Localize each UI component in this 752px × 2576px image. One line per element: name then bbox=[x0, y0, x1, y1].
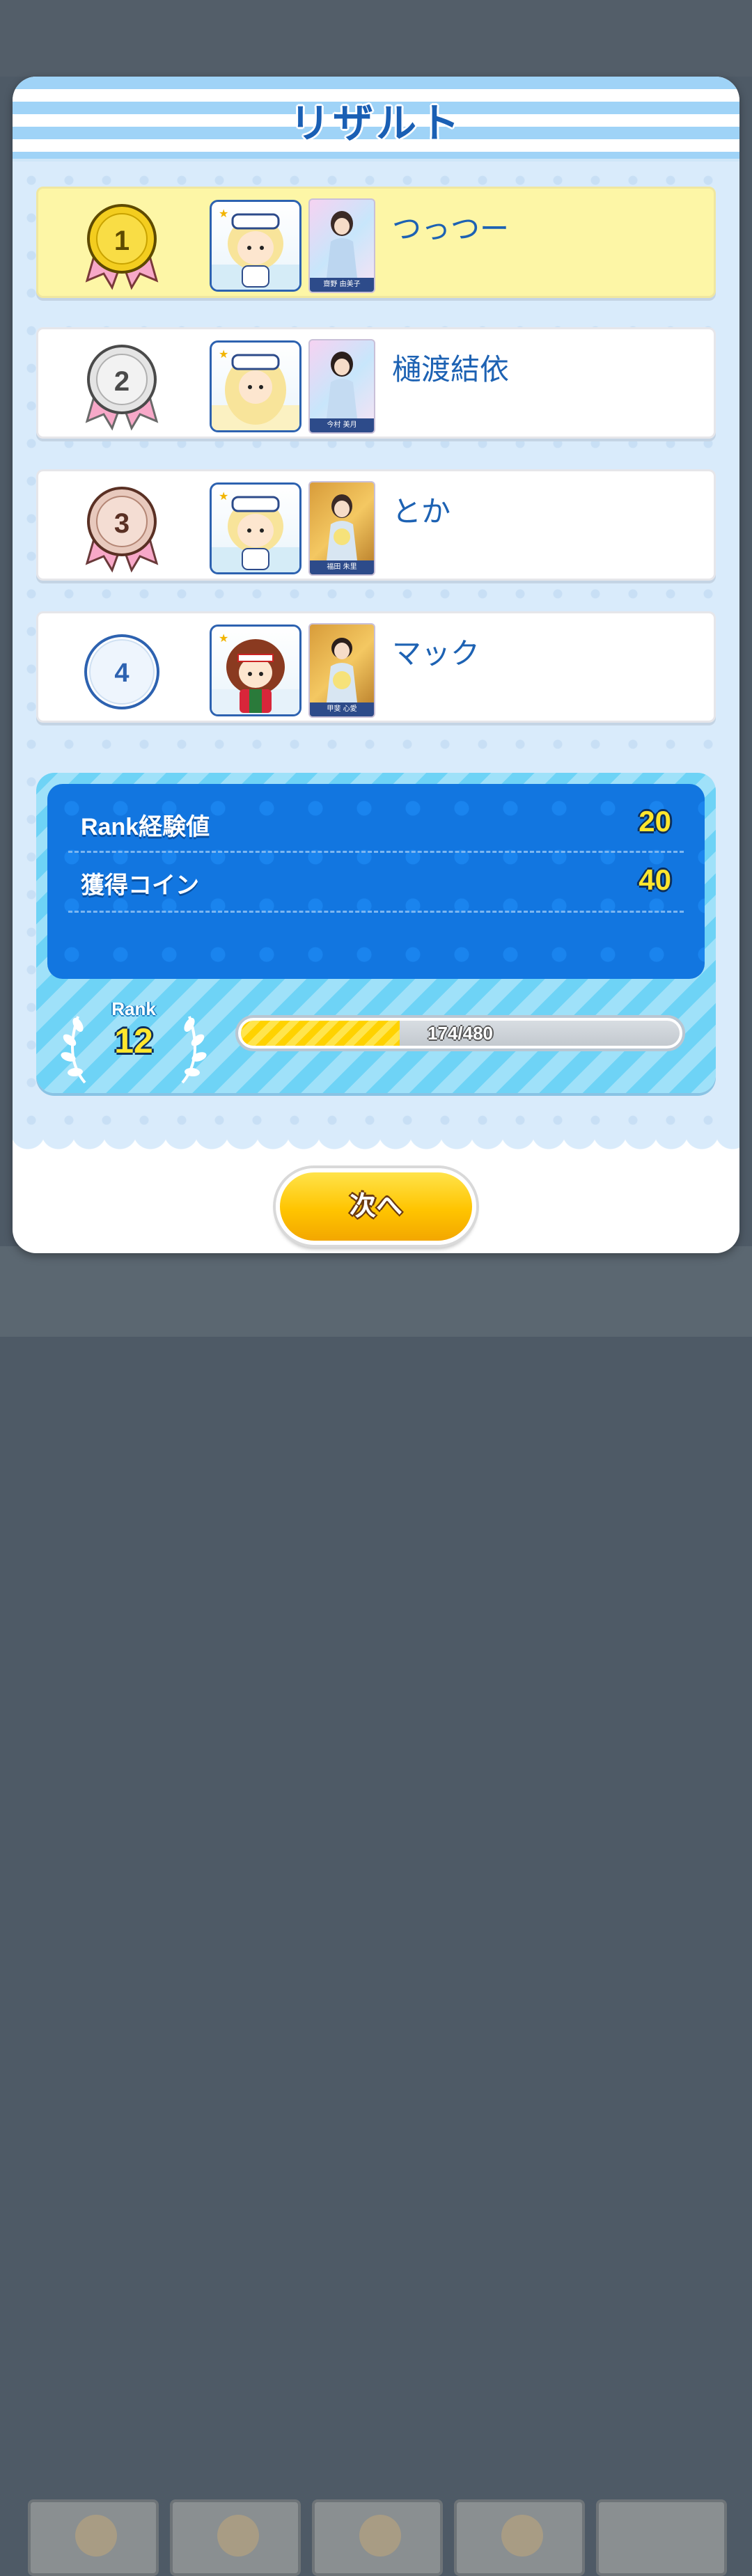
card-nameplate: 今村 美月 bbox=[310, 418, 374, 432]
medal-rank-number: 2 bbox=[114, 366, 130, 397]
gold-medal-icon: 1 bbox=[85, 204, 159, 290]
background-thumbnail bbox=[312, 2499, 443, 2576]
result-modal: リザルト 1 ★ 齋野 由美子 つっつー 2 ★ 今村 美月 樋渡結依 3 ★ … bbox=[13, 77, 739, 1253]
card-nameplate: 甲斐 心愛 bbox=[310, 702, 374, 716]
coin-label: 獲得コイン bbox=[81, 872, 199, 899]
divider bbox=[68, 851, 684, 853]
background-bottom-bar bbox=[0, 1246, 752, 2576]
player-avatar: ★ bbox=[210, 200, 301, 292]
player-avatar: ★ bbox=[210, 625, 301, 716]
result-row: 4 ★ 甲斐 心愛 マック bbox=[36, 611, 716, 723]
result-row: 1 ★ 齋野 由美子 つっつー bbox=[36, 187, 716, 298]
player-name: 樋渡結依 bbox=[392, 352, 510, 386]
member-card: 福田 朱里 bbox=[308, 481, 375, 576]
player-name: とか bbox=[392, 494, 451, 528]
card-nameplate: 福田 朱里 bbox=[310, 560, 374, 574]
player-avatar: ★ bbox=[210, 340, 301, 432]
rank-badge-icon: 4 bbox=[84, 634, 159, 709]
divider bbox=[68, 911, 684, 913]
result-row: 3 ★ 福田 朱里 とか bbox=[36, 469, 716, 581]
rank-exp-value: 20 bbox=[639, 805, 671, 838]
medal-rank-number: 4 bbox=[114, 659, 129, 688]
rank-display: Rank 12 bbox=[57, 994, 210, 1085]
background-thumbnail bbox=[454, 2499, 585, 2576]
bronze-medal-icon: 3 bbox=[85, 487, 159, 573]
modal-header: リザルト bbox=[13, 77, 739, 162]
next-button-label: 次へ bbox=[349, 1191, 402, 1221]
background-thumbnail bbox=[170, 2499, 301, 2576]
reward-panel: Rank経験値 20 獲得コイン 40 Rank 12 174/480 bbox=[36, 773, 716, 1093]
modal-title: リザルト bbox=[289, 101, 462, 146]
rank-caption: Rank bbox=[111, 998, 156, 1019]
background-thumbnail bbox=[28, 2499, 159, 2576]
medal-rank-number: 3 bbox=[114, 508, 130, 539]
medal-rank-number: 1 bbox=[114, 226, 130, 256]
player-name: マック bbox=[392, 636, 480, 670]
next-button[interactable]: 次へ bbox=[276, 1168, 476, 1245]
member-card: 甲斐 心愛 bbox=[308, 623, 375, 718]
background-top bbox=[0, 0, 752, 77]
player-name: つっつー bbox=[392, 212, 510, 246]
rank-progress-bar: 174/480 bbox=[235, 1015, 685, 1051]
reward-summary: Rank経験値 20 獲得コイン 40 bbox=[47, 784, 705, 979]
card-nameplate: 齋野 由美子 bbox=[310, 278, 374, 292]
rank-value: 12 bbox=[114, 1021, 153, 1060]
rank-exp-label: Rank経験値 bbox=[81, 814, 210, 840]
svg-text:★: ★ bbox=[219, 207, 228, 220]
coin-value: 40 bbox=[639, 863, 671, 896]
svg-text:★: ★ bbox=[219, 489, 228, 503]
result-row: 2 ★ 今村 美月 樋渡結依 bbox=[36, 327, 716, 439]
player-avatar: ★ bbox=[210, 482, 301, 574]
silver-medal-icon: 2 bbox=[85, 345, 159, 431]
svg-text:★: ★ bbox=[219, 347, 228, 361]
background-thumbnail bbox=[596, 2499, 727, 2576]
member-card: 齋野 由美子 bbox=[308, 198, 375, 293]
progress-text: 174/480 bbox=[428, 1023, 493, 1044]
member-card: 今村 美月 bbox=[308, 339, 375, 434]
svg-text:★: ★ bbox=[219, 631, 228, 645]
